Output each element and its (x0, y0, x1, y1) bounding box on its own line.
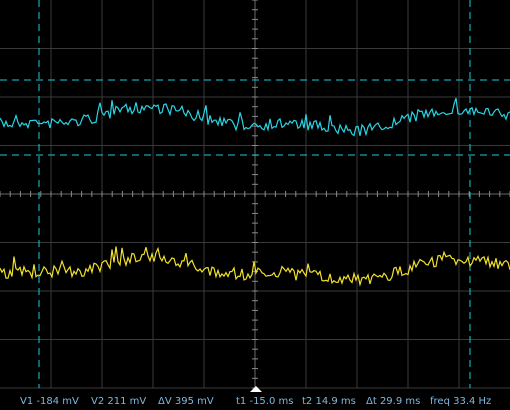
cursor-dv-readout: ΔV 395 mV (158, 396, 214, 407)
cursor-dt-readout: Δt 29.9 ms (366, 396, 421, 407)
cursor-t2-readout: t2 14.9 ms (302, 396, 356, 407)
cursor-v1-readout: V1 -184 mV (20, 396, 79, 407)
oscilloscope-display (0, 0, 510, 410)
cursor-t1-readout: t1 -15.0 ms (236, 396, 294, 407)
frequency-readout: freq 33.4 Hz (430, 396, 492, 407)
cursor-v2-readout: V2 211 mV (91, 396, 147, 407)
